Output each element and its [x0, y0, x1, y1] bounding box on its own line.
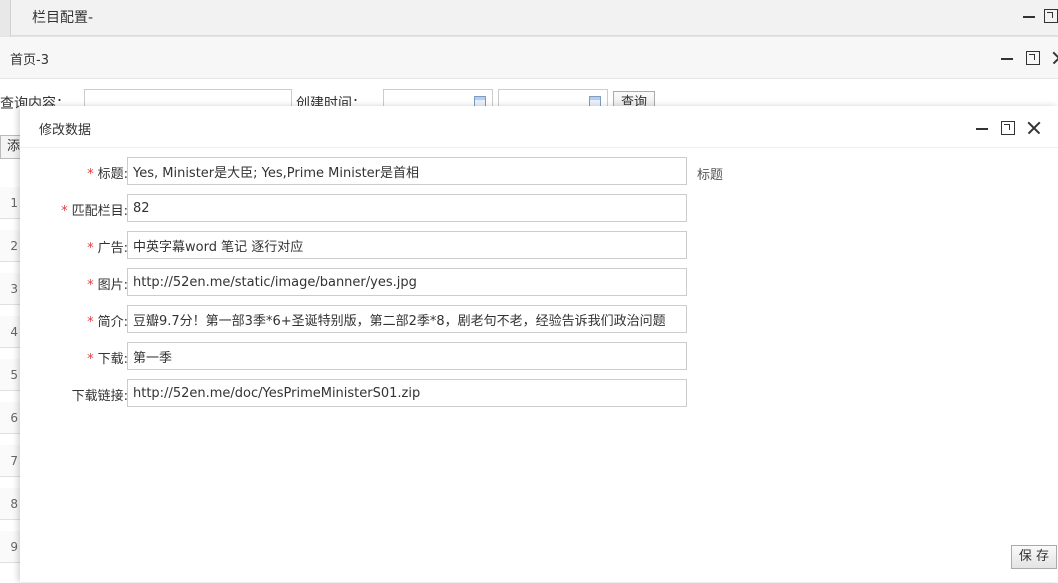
close-icon[interactable]	[1052, 51, 1058, 65]
required-marker: *	[87, 167, 94, 182]
form-row-ad: * 广告:	[20, 231, 1058, 259]
form-row-image: * 图片:	[20, 268, 1058, 296]
row-number: 1	[0, 187, 22, 219]
field-label-text: 广告:	[97, 241, 128, 256]
field-label: * 广告:	[87, 237, 128, 256]
outer-window-titlebar: 栏目配置-	[0, 0, 1058, 36]
row-number: 7	[0, 445, 22, 477]
download-link-input[interactable]	[127, 379, 687, 407]
edit-data-dialog: 修改数据 *标题: 标题 *匹配栏目: *广告: *图片: *简介: *下载: …	[20, 106, 1058, 582]
outer-window-edge	[0, 0, 11, 36]
field-label-text: 下载链接:	[71, 389, 128, 404]
outer-window-controls	[1022, 9, 1058, 23]
row-number: 5	[0, 359, 22, 391]
field-label: * 图片:	[87, 274, 128, 293]
field-label-text: 图片:	[97, 278, 128, 293]
maximize-icon[interactable]	[1044, 9, 1058, 23]
field-label-text: 标题:	[97, 167, 128, 182]
field-label: * 下载:	[87, 348, 128, 367]
field-label-text: 简介:	[97, 315, 128, 330]
ad-input[interactable]	[127, 231, 687, 259]
maximize-icon[interactable]	[1026, 51, 1040, 65]
maximize-icon[interactable]	[1001, 121, 1015, 135]
minimize-icon[interactable]	[1022, 9, 1036, 23]
summary-input[interactable]	[127, 305, 687, 333]
field-label: * 简介:	[87, 311, 128, 330]
dialog-title: 修改数据	[39, 123, 92, 138]
field-label-text: 下载:	[97, 352, 128, 367]
required-marker: *	[87, 315, 94, 330]
home-window-controls	[1000, 51, 1058, 65]
add-button[interactable]: 添	[0, 135, 22, 159]
home-window-title: 首页-3	[10, 53, 49, 68]
minimize-icon[interactable]	[975, 121, 989, 135]
dialog-controls	[975, 121, 1041, 135]
close-icon[interactable]	[1027, 121, 1041, 135]
field-label: * 标题:	[87, 163, 128, 182]
form-row-column: * 匹配栏目:	[20, 194, 1058, 222]
minimize-icon[interactable]	[1000, 51, 1014, 65]
field-label: * 匹配栏目:	[61, 200, 128, 219]
form-row-download-link: 下载链接:	[20, 379, 1058, 407]
title-input[interactable]	[127, 157, 687, 185]
field-label: 下载链接:	[72, 385, 128, 404]
column-input[interactable]	[127, 194, 687, 222]
row-number: 4	[0, 316, 22, 348]
row-number: 9	[0, 531, 22, 563]
image-input[interactable]	[127, 268, 687, 296]
save-button[interactable]: 保 存	[1011, 545, 1057, 569]
outer-window-title: 栏目配置-	[32, 10, 94, 26]
form-row-title: *标题: 标题	[20, 157, 1058, 185]
download-input[interactable]	[127, 342, 687, 370]
form-row-summary: * 简介:	[20, 305, 1058, 333]
field-hint: 标题	[697, 168, 724, 183]
dialog-titlebar: 修改数据	[20, 106, 1058, 148]
required-marker: *	[61, 204, 68, 219]
row-number: 6	[0, 402, 22, 434]
required-marker: *	[87, 241, 94, 256]
required-marker: *	[87, 278, 94, 293]
form-row-download: * 下载:	[20, 342, 1058, 370]
row-number: 3	[0, 273, 22, 305]
field-label-text: 匹配栏目:	[71, 204, 128, 219]
required-marker: *	[87, 352, 94, 367]
row-number: 2	[0, 230, 22, 262]
row-number: 8	[0, 488, 22, 520]
home-window-titlebar: 首页-3	[0, 37, 1058, 79]
